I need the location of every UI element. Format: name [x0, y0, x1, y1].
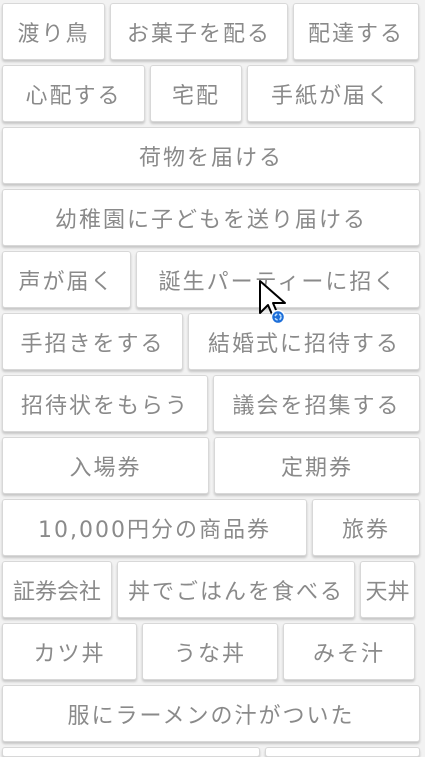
word-tile[interactable]: 心配する	[2, 65, 145, 122]
word-tile[interactable]: 招待状をもらう	[2, 375, 208, 432]
word-tile[interactable]: 声が届く	[2, 251, 131, 308]
word-tile[interactable]: 入場券	[2, 437, 209, 494]
word-tile[interactable]: 定期券	[214, 437, 420, 494]
word-tile[interactable]: 議会を招集する	[213, 375, 420, 432]
tile-row: 心配する 宅配 手紙が届く	[2, 65, 425, 122]
tile-row: 入場券 定期券	[2, 437, 425, 494]
tile-row: 手招きをする 結婚式に招待する	[2, 313, 425, 370]
word-tile[interactable]: お菓子を配る	[110, 3, 288, 60]
word-tile[interactable]: 手紙が届く	[247, 65, 415, 122]
word-tile[interactable]: 幼稚園に子どもを送り届ける	[2, 189, 420, 246]
word-tile-partial[interactable]	[2, 747, 260, 757]
word-tile[interactable]: 宅配	[150, 65, 242, 122]
word-tile[interactable]: みそ汁	[283, 623, 415, 680]
word-tile[interactable]: 渡り鳥	[2, 3, 105, 60]
tile-row: 証券会社 丼でごはんを食べる 天丼	[2, 561, 425, 618]
tile-row: 服にラーメンの汁がついた	[2, 685, 425, 742]
word-tile[interactable]: 服にラーメンの汁がついた	[2, 685, 420, 742]
word-tile[interactable]: 誕生パーティーに招く	[136, 251, 420, 308]
tile-row: 10,000円分の商品券 旅券	[2, 499, 425, 556]
word-tile[interactable]: カツ丼	[2, 623, 137, 680]
word-tile[interactable]: 証券会社	[2, 561, 112, 618]
word-tile[interactable]: 配達する	[293, 3, 419, 60]
tile-row: 渡り鳥 お菓子を配る 配達する	[2, 3, 425, 60]
tile-row: 幼稚園に子どもを送り届ける	[2, 189, 425, 246]
tile-row: カツ丼 うな丼 みそ汁	[2, 623, 425, 680]
phrase-tile-board: 渡り鳥 お菓子を配る 配達する 心配する 宅配 手紙が届く 荷物を届ける 幼稚園…	[0, 0, 425, 757]
word-tile[interactable]: 結婚式に招待する	[188, 313, 420, 370]
tile-row: 招待状をもらう 議会を招集する	[2, 375, 425, 432]
word-tile[interactable]: 荷物を届ける	[2, 127, 420, 184]
word-tile[interactable]: 天丼	[360, 561, 415, 618]
tile-row: 声が届く 誕生パーティーに招く	[2, 251, 425, 308]
word-tile[interactable]: 旅券	[312, 499, 420, 556]
word-tile[interactable]: 10,000円分の商品券	[2, 499, 307, 556]
tile-row: 荷物を届ける	[2, 127, 425, 184]
word-tile[interactable]: 丼でごはんを食べる	[117, 561, 355, 618]
tile-row-partial	[2, 747, 425, 757]
word-tile[interactable]: 手招きをする	[2, 313, 183, 370]
word-tile-partial[interactable]	[265, 747, 420, 757]
word-tile[interactable]: うな丼	[142, 623, 278, 680]
